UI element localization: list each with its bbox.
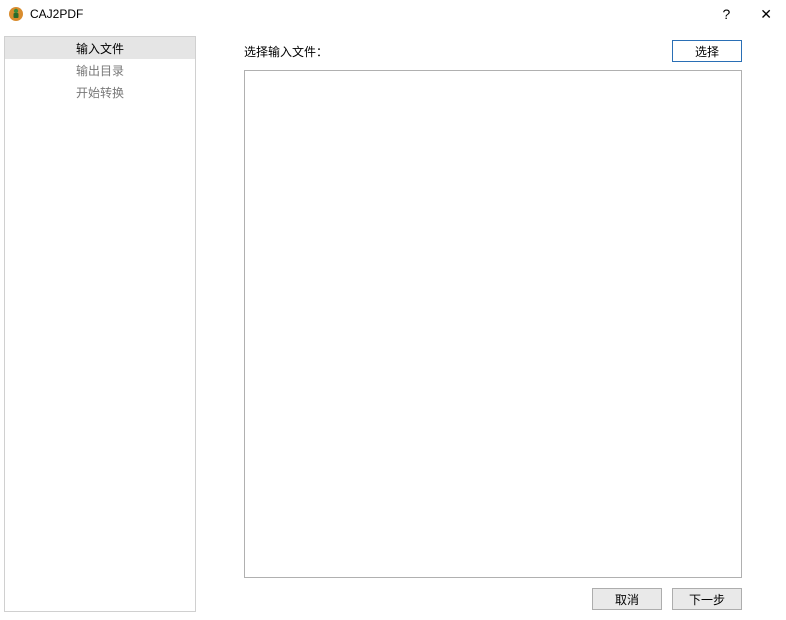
help-icon[interactable]: ?: [716, 4, 736, 24]
sidebar-item-input-files[interactable]: 输入文件: [5, 37, 195, 59]
sidebar: 输入文件 输出目录 开始转换: [4, 36, 196, 612]
sidebar-item-label: 输出目录: [76, 62, 124, 79]
app-icon: [8, 6, 24, 22]
titlebar-controls: ? ✕: [716, 4, 778, 25]
cancel-button[interactable]: 取消: [592, 588, 662, 610]
sidebar-item-output-dir[interactable]: 输出目录: [5, 59, 195, 81]
titlebar: CAJ2PDF ? ✕: [0, 0, 786, 28]
app-window: CAJ2PDF ? ✕ 输入文件 输出目录 开始转换 选择输入文件： 选择: [0, 0, 786, 620]
input-files-label: 选择输入文件：: [244, 43, 328, 60]
select-button[interactable]: 选择: [672, 40, 742, 62]
next-button[interactable]: 下一步: [672, 588, 742, 610]
body: 输入文件 输出目录 开始转换 选择输入文件： 选择 取消 下一步: [0, 28, 786, 620]
close-icon[interactable]: ✕: [754, 4, 778, 25]
file-list[interactable]: [244, 70, 742, 578]
window-title: CAJ2PDF: [30, 7, 716, 21]
sidebar-item-start-convert[interactable]: 开始转换: [5, 81, 195, 103]
sidebar-item-label: 开始转换: [76, 84, 124, 101]
input-top-row: 选择输入文件： 选择: [244, 36, 778, 70]
footer-buttons: 取消 下一步: [244, 578, 778, 612]
sidebar-item-label: 输入文件: [76, 40, 124, 57]
main-area: 选择输入文件： 选择 取消 下一步: [196, 36, 778, 612]
